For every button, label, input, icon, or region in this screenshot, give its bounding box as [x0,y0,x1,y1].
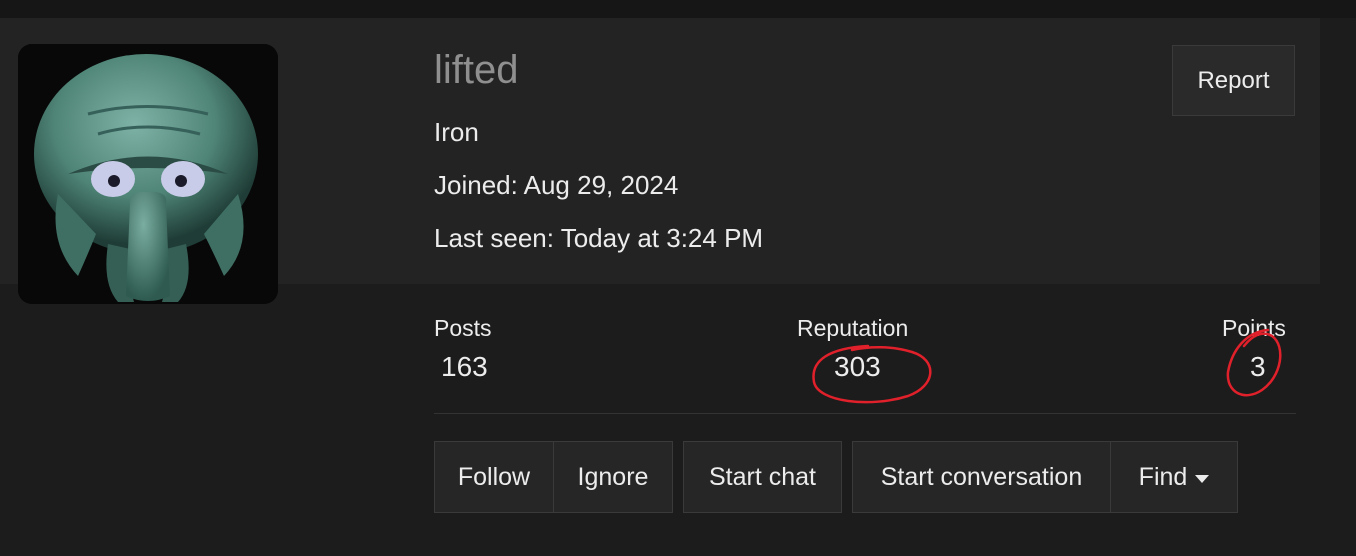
posts-label: Posts [434,315,492,341]
points-label: Points [1222,315,1286,341]
start-chat-label: Start chat [709,462,816,491]
joined-date: Joined: Aug 29, 2024 [434,170,679,200]
stats-divider [434,413,1296,414]
follow-label: Follow [457,462,531,491]
top-strip [0,0,1356,18]
ignore-button[interactable]: Ignore [553,441,673,513]
ignore-label: Ignore [577,462,649,491]
last-seen: Last seen: Today at 3:24 PM [434,223,764,253]
find-label: Find [1138,462,1188,491]
reputation-value[interactable]: 303 [834,350,881,384]
points-value[interactable]: 3 [1250,350,1266,384]
user-role: Iron [434,117,479,147]
start-conversation-label: Start conversation [880,462,1083,491]
avatar[interactable] [18,44,278,304]
start-chat-button[interactable]: Start chat [683,441,842,513]
report-button[interactable]: Report [1172,45,1295,116]
username: lifted [434,48,519,92]
posts-value[interactable]: 163 [441,350,488,384]
find-dropdown-button[interactable]: Find [1110,441,1238,513]
follow-button[interactable]: Follow [434,441,554,513]
caret-down-icon [1195,474,1210,483]
avatar-image [18,44,278,304]
reputation-label: Reputation [797,315,909,341]
start-conversation-button[interactable]: Start conversation [852,441,1111,513]
